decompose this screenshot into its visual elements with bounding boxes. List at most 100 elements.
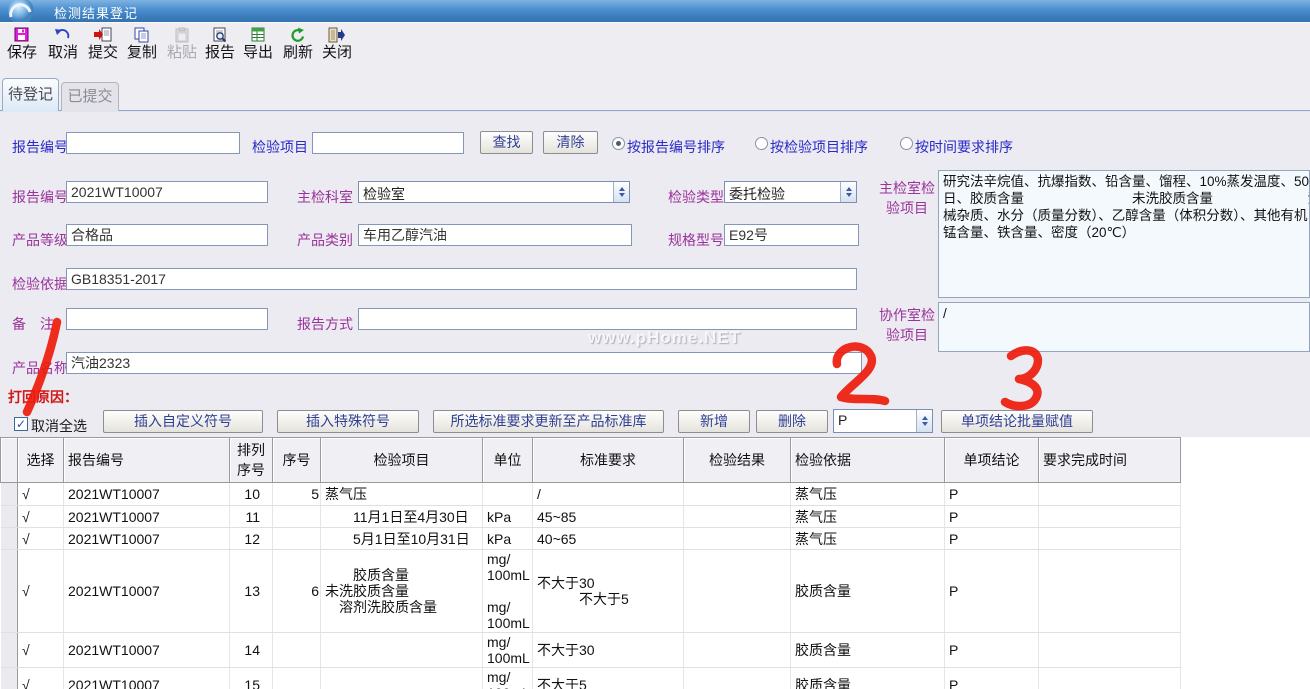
- tabstrip-divider-highlight: [0, 111, 1310, 112]
- col-header-standard[interactable]: 标准要求: [533, 438, 684, 483]
- cell-report-no: 2021WT10007: [64, 528, 230, 550]
- table-row[interactable]: √ 2021WT10007 15 mg/ 100mL 不大于5 胶质含量 P: [1, 668, 1181, 689]
- table-row[interactable]: √ 2021WT10007 14 mg/ 100mL 不大于30 胶质含量 P: [1, 633, 1181, 668]
- window-title: 检测结果登记: [54, 3, 138, 22]
- cell-check[interactable]: √: [18, 668, 64, 689]
- sort-by-time-radio[interactable]: [900, 137, 913, 150]
- close-button[interactable]: 关闭: [317, 27, 357, 61]
- cell-sort-seq: 14: [230, 633, 273, 668]
- sort-by-item-label[interactable]: 按检验项目排序: [770, 137, 868, 157]
- main-dept-combo[interactable]: 检验室: [358, 181, 630, 203]
- cell-basis: 蒸气压: [791, 528, 945, 550]
- filter-report-no-input[interactable]: [66, 132, 240, 154]
- sort-by-time-label[interactable]: 按时间要求排序: [915, 137, 1013, 157]
- cell-check[interactable]: √: [18, 550, 64, 633]
- add-button[interactable]: 新增: [678, 410, 750, 433]
- report-method-input[interactable]: [358, 308, 857, 330]
- main-lab-items-panel[interactable]: 研究法辛烷值、抗爆指数、铅含量、馏程、10%蒸发温度、50%蒸 日、胶质含量 未…: [938, 170, 1310, 298]
- copy-button[interactable]: 复制: [122, 27, 162, 61]
- cell-check[interactable]: √: [18, 506, 64, 528]
- grade-input[interactable]: [66, 224, 268, 246]
- clear-button[interactable]: 清除: [543, 131, 598, 154]
- table-row[interactable]: √ 2021WT10007 11 11月1日至4月30日 kPa 45~85 蒸…: [1, 506, 1181, 528]
- report-no-input[interactable]: [66, 181, 268, 203]
- grid-header-row: 选择 报告编号 排列 序号 序号 检验项目 单位 标准要求 检验结果 检验依据 …: [1, 438, 1181, 483]
- insp-type-label: 检验类型: [668, 187, 724, 207]
- col-header-no[interactable]: 序号: [273, 438, 321, 483]
- cell-basis: 蒸气压: [791, 506, 945, 528]
- product-name-input[interactable]: [66, 352, 862, 374]
- col-header-result[interactable]: 检验结果: [684, 438, 791, 483]
- uncheck-all-checkbox[interactable]: ✓: [14, 417, 28, 431]
- col-header-deadline[interactable]: 要求完成时间: [1039, 438, 1181, 483]
- basis-input[interactable]: [66, 268, 857, 290]
- delete-button[interactable]: 删除: [756, 410, 828, 433]
- col-header-select[interactable]: 选择: [18, 438, 64, 483]
- cell-unit: kPa: [483, 528, 533, 550]
- filter-item-label: 检验项目: [252, 137, 308, 157]
- col-header-item[interactable]: 检验项目: [321, 438, 483, 483]
- co-lab-items-label: 协作室检 验项目: [876, 305, 938, 345]
- cell-standard: 45~85: [533, 506, 684, 528]
- export-icon: [248, 27, 268, 43]
- sort-by-item-radio[interactable]: [755, 137, 768, 150]
- cell-check[interactable]: √: [18, 528, 64, 550]
- undo-button[interactable]: 取消: [43, 27, 83, 61]
- cell-unit: mg/ 100mL mg/ 100mL: [483, 550, 533, 633]
- export-button[interactable]: 导出: [238, 27, 278, 61]
- app-logo-icon: [2, 0, 46, 24]
- col-header-sort-seq[interactable]: 排列 序号: [230, 438, 273, 483]
- refresh-button[interactable]: 刷新: [278, 27, 318, 61]
- category-input[interactable]: [358, 224, 632, 246]
- remark-input[interactable]: [66, 308, 268, 330]
- table-row[interactable]: √ 2021WT10007 13 6 胶质含量 未洗胶质含量 溶剂洗胶质含量 m…: [1, 550, 1181, 633]
- cell-standard: 不大于30 不大于5: [533, 550, 684, 633]
- cell-result[interactable]: [684, 506, 791, 528]
- cell-report-no: 2021WT10007: [64, 633, 230, 668]
- results-grid: 选择 报告编号 排列 序号 序号 检验项目 单位 标准要求 检验结果 检验依据 …: [0, 437, 1181, 689]
- find-button[interactable]: 查找: [480, 131, 533, 154]
- tab-submitted[interactable]: 已提交: [61, 82, 119, 111]
- update-standard-button[interactable]: 所选标准要求更新至产品标准库: [433, 410, 664, 433]
- col-header-unit[interactable]: 单位: [483, 438, 533, 483]
- spinner-icon[interactable]: [916, 410, 932, 432]
- report-button[interactable]: 报告: [200, 27, 240, 61]
- filter-item-input[interactable]: [312, 132, 464, 154]
- basis-label: 检验依据: [12, 274, 68, 294]
- annotation-digit-3: [1005, 350, 1038, 406]
- submit-button[interactable]: 提交: [83, 27, 123, 61]
- cell-deadline: [1039, 550, 1181, 633]
- col-header-conclusion[interactable]: 单项结论: [945, 438, 1039, 483]
- cell-deadline: [1039, 528, 1181, 550]
- batch-assign-button[interactable]: 单项结论批量赋值: [941, 410, 1093, 433]
- insert-special-symbol-button[interactable]: 插入特殊符号: [277, 410, 419, 433]
- sort-by-report-no-radio[interactable]: [612, 137, 625, 150]
- sort-by-report-no-label[interactable]: 按报告编号排序: [627, 137, 725, 157]
- co-lab-items-panel[interactable]: /: [938, 302, 1310, 352]
- uncheck-all-label[interactable]: 取消全选: [31, 416, 87, 436]
- cell-check[interactable]: √: [18, 483, 64, 506]
- spinner-icon[interactable]: [840, 182, 856, 202]
- cell-conclusion: P: [945, 506, 1039, 528]
- cell-result[interactable]: [684, 483, 791, 506]
- report-icon: [210, 27, 230, 43]
- report-method-label: 报告方式: [297, 314, 353, 334]
- col-header-report-no[interactable]: 报告编号: [64, 438, 230, 483]
- col-header-basis[interactable]: 检验依据: [791, 438, 945, 483]
- table-row[interactable]: √ 2021WT10007 12 5月1日至10月31日 kPa 40~65 蒸…: [1, 528, 1181, 550]
- cell-basis: 胶质含量: [791, 633, 945, 668]
- cell-result[interactable]: [684, 528, 791, 550]
- cell-check[interactable]: √: [18, 633, 64, 668]
- insert-custom-symbol-button[interactable]: 插入自定义符号: [103, 410, 263, 433]
- cell-result[interactable]: [684, 668, 791, 689]
- cell-result[interactable]: [684, 550, 791, 633]
- conclusion-combo[interactable]: P: [833, 409, 933, 433]
- spinner-icon[interactable]: [613, 182, 629, 202]
- save-button[interactable]: 保存: [2, 27, 42, 61]
- spec-input[interactable]: [724, 224, 859, 246]
- tab-pending[interactable]: 待登记: [2, 78, 59, 111]
- cell-result[interactable]: [684, 633, 791, 668]
- table-row[interactable]: √ 2021WT10007 10 5 蒸气压 / 蒸气压 P: [1, 483, 1181, 506]
- insp-type-combo[interactable]: 委托检验: [724, 181, 857, 203]
- remark-label: 备 注: [12, 314, 54, 334]
